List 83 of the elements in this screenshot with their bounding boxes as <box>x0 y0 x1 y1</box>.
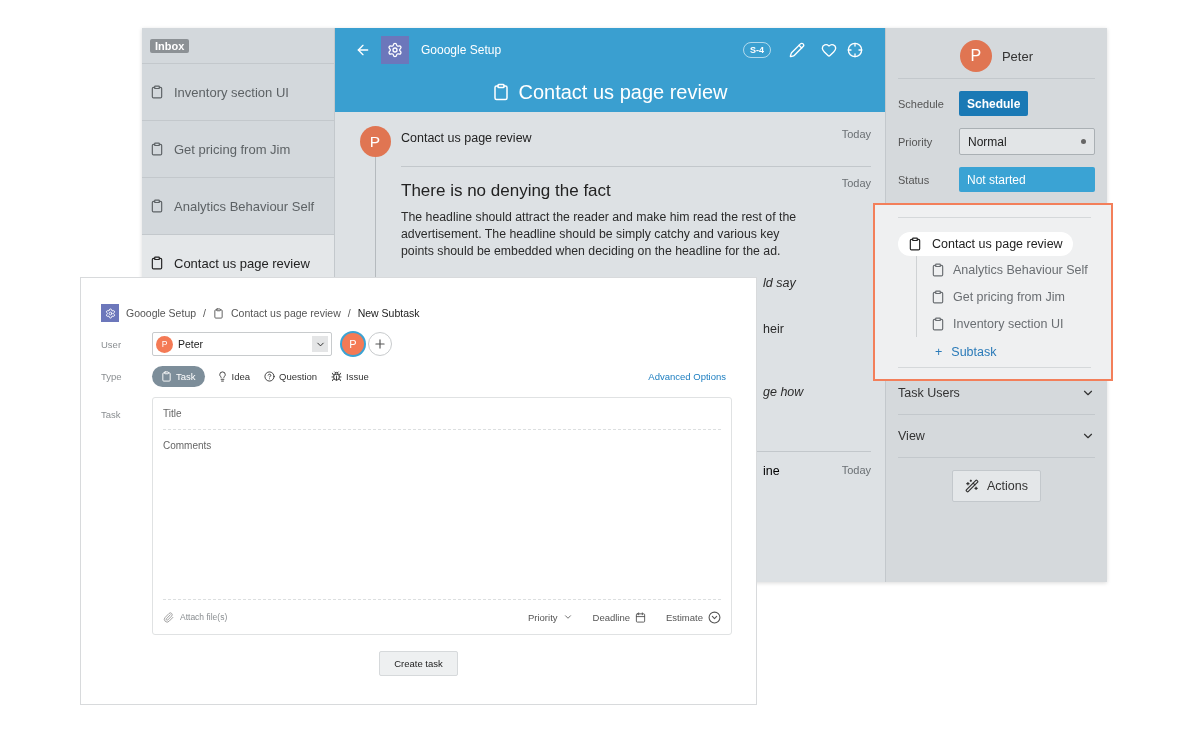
clock-icon <box>708 610 721 624</box>
article-paragraph: The headline should attract the reader and make him read the rest of the advertisement. The headline should be simply catchy and various key points should be embedded when deciding on the headline for the ad. <box>401 209 798 260</box>
project-name: Gooogle Setup <box>421 43 503 57</box>
breadcrumb-item: New Subtask <box>357 307 420 319</box>
gear-logo-icon <box>381 36 409 64</box>
breadcrumb-separator: / <box>347 307 351 319</box>
priority-select[interactable]: Normal <box>959 128 1095 155</box>
entry-text: Contact us page review <box>401 131 532 145</box>
type-option[interactable]: Idea <box>214 366 253 387</box>
select-value: Normal <box>968 134 1007 149</box>
wand-icon <box>965 479 979 493</box>
breadcrumb-separator: / <box>203 307 206 319</box>
type-option[interactable]: Question <box>262 366 320 387</box>
field-label: Task <box>101 409 122 420</box>
back-icon[interactable] <box>355 42 371 58</box>
field-label: Type <box>101 371 123 382</box>
breadcrumb-item[interactable]: Gooogle Setup <box>126 307 197 319</box>
paperclip-icon[interactable] <box>163 611 174 623</box>
avatar: P <box>359 126 391 157</box>
sidebar-item[interactable]: Get pricing from Jim <box>142 120 334 177</box>
section-title[interactable]: Task Users <box>898 386 960 400</box>
chevron-down-icon <box>312 336 328 352</box>
clipboard-icon <box>492 83 511 101</box>
option-button[interactable]: Estimate <box>666 610 721 624</box>
dot-icon <box>1081 139 1086 144</box>
help-icon <box>264 371 276 382</box>
calendar-icon <box>635 611 647 623</box>
entry-time: Today <box>841 464 871 478</box>
clipboard-icon <box>931 316 945 331</box>
add-user-button[interactable] <box>368 332 392 356</box>
article-text: ld say <box>763 276 796 290</box>
pencil-icon[interactable] <box>789 42 805 58</box>
bug-icon <box>331 371 343 382</box>
task-field[interactable]: Title Comments Attach file(s) Priority Deadline Estimate <box>152 397 732 635</box>
actions-button[interactable]: Actions <box>952 470 1041 502</box>
subtask-item[interactable]: Inventory section UI <box>917 310 1091 337</box>
clipboard-icon <box>161 371 172 382</box>
subtask-item[interactable]: Analytics Behaviour Self <box>917 256 1091 283</box>
article-heading: There is no denying the fact <box>401 181 611 201</box>
plus-icon: + <box>935 345 943 359</box>
user-select[interactable]: P Peter <box>152 332 332 356</box>
entry-time: Today <box>841 128 871 140</box>
clipboard-icon <box>931 289 945 304</box>
lightbulb-icon <box>216 371 228 382</box>
crosshair-icon[interactable] <box>847 42 863 58</box>
clipboard-icon <box>150 256 164 270</box>
create-task-button[interactable]: Create task <box>379 651 458 676</box>
section-title[interactable]: View <box>898 429 925 443</box>
field-label: User <box>101 338 123 350</box>
clipboard-icon <box>150 199 164 213</box>
gear-logo-icon <box>101 304 119 322</box>
subtask-item[interactable]: Get pricing from Jim <box>917 283 1091 310</box>
article-text: heir <box>763 322 784 336</box>
schedule-button[interactable]: Schedule <box>959 91 1029 116</box>
sidebar-item[interactable]: Inventory section UI <box>142 63 334 120</box>
option-button[interactable]: Priority <box>527 611 573 623</box>
advanced-options-link[interactable]: Advanced Options <box>648 371 726 382</box>
avatar: P <box>959 40 992 72</box>
field-label: Priority <box>898 135 934 148</box>
clipboard-icon <box>150 85 164 99</box>
plus-icon <box>373 337 387 351</box>
field-label: Status <box>898 173 931 186</box>
article-text: ge how <box>763 385 804 399</box>
clipboard-icon <box>150 142 164 156</box>
entry-time: Today <box>841 177 871 189</box>
select-value: Peter <box>178 338 204 350</box>
field-label: Schedule <box>898 97 945 110</box>
avatar: P <box>156 335 173 353</box>
subtask-tree-root[interactable]: Contact us page review <box>898 232 1073 256</box>
option-button[interactable]: Deadline <box>592 611 647 623</box>
clipboard-icon <box>908 237 922 251</box>
clipboard-icon <box>931 262 945 277</box>
breadcrumb-item[interactable]: Contact us page review <box>231 307 341 319</box>
inbox-badge: Inbox <box>150 38 190 53</box>
type-option[interactable]: Issue <box>329 366 371 387</box>
clipboard-icon <box>213 307 224 319</box>
task-title: Contact us page review <box>518 80 728 104</box>
user-name: Peter <box>1001 48 1034 64</box>
chevron-down-icon <box>562 612 573 622</box>
entry-text: ine <box>763 464 780 478</box>
attach-files-link[interactable]: Attach file(s) <box>180 612 508 622</box>
add-subtask-link[interactable]: Subtask <box>951 345 997 359</box>
heart-icon[interactable] <box>821 42 837 58</box>
